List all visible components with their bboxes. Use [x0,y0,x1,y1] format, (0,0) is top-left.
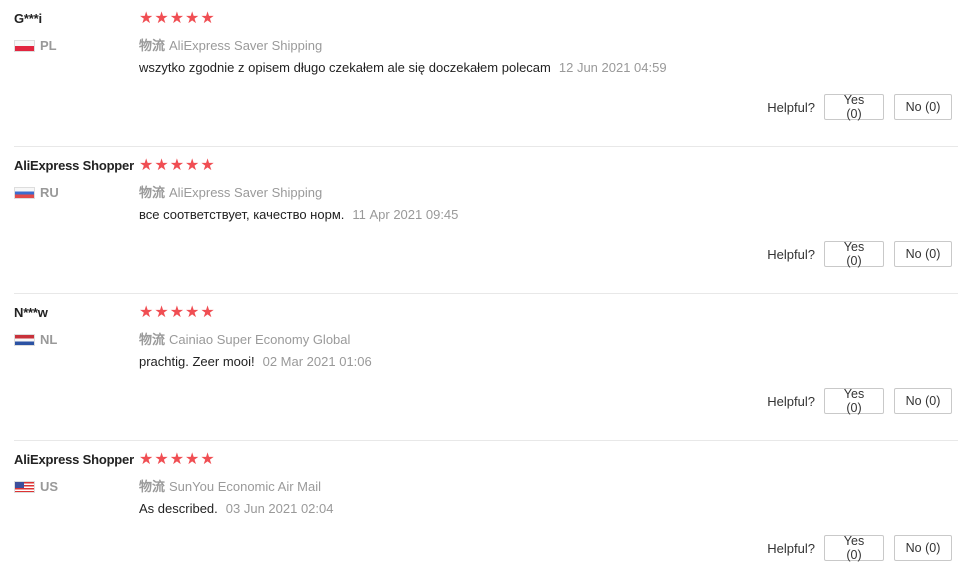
logistics-method: AliExpress Saver Shipping [169,38,323,53]
buyer-name: N***w [14,305,48,320]
helpful-label: Helpful? [767,393,815,409]
star-icon: ★ [200,451,215,468]
star-icon: ★ [169,157,185,174]
star-rating: ★ ★ ★ ★ ★ [139,157,215,175]
country-code: NL [40,332,58,347]
logistics-label: 物流 [139,185,166,200]
buyer-name: G***i [14,11,42,26]
poland-flag-icon [14,39,35,52]
helpful-vote: Helpful? Yes (0) No (0) [767,387,952,415]
helpful-yes-button[interactable]: Yes (0) [824,534,884,562]
helpful-vote: Helpful? Yes (0) No (0) [767,93,952,121]
star-icon: ★ [139,10,154,27]
helpful-vote: Helpful? Yes (0) No (0) [767,534,952,562]
review-content: все соответствует, качество норм. 11 Apr … [139,207,458,222]
helpful-yes-button[interactable]: Yes (0) [824,93,884,121]
buyer-country: PL [14,38,57,53]
star-icon: ★ [154,451,169,468]
logistics-label: 物流 [139,332,166,347]
review-content: As described. 03 Jun 2021 02:04 [139,501,333,516]
country-code: RU [40,185,59,200]
review-item: AliExpress Shopper US ★ ★ ★ ★ ★ 物流 SunYou… [0,441,969,575]
star-icon: ★ [139,451,154,468]
helpful-no-button[interactable]: No (0) [894,535,952,561]
helpful-no-button[interactable]: No (0) [894,388,952,414]
helpful-label: Helpful? [767,99,815,115]
helpful-no-button[interactable]: No (0) [894,241,952,267]
helpful-label: Helpful? [767,540,815,556]
review-date: 12 Jun 2021 04:59 [558,60,667,75]
star-icon: ★ [169,451,185,468]
star-icon: ★ [185,451,200,468]
star-rating: ★ ★ ★ ★ ★ [139,10,215,28]
star-icon: ★ [169,304,185,321]
star-icon: ★ [200,157,215,174]
logistics-label: 物流 [139,479,166,494]
buyer-name: AliExpress Shopper [14,158,134,173]
review-item: AliExpress Shopper RU ★ ★ ★ ★ ★ 物流 AliExp… [0,147,969,294]
review-item: N***w NL ★ ★ ★ ★ ★ 物流 Cainiao Super Econo… [0,294,969,441]
buyer-country: US [14,479,58,494]
logistics-label: 物流 [139,38,166,53]
review-text: все соответствует, качество норм. [139,207,345,222]
helpful-label: Helpful? [767,246,815,262]
logistics-info: 物流 SunYou Economic Air Mail [139,476,321,495]
star-icon: ★ [185,157,200,174]
helpful-vote: Helpful? Yes (0) No (0) [767,240,952,268]
helpful-yes-button[interactable]: Yes (0) [824,240,884,268]
star-icon: ★ [169,10,185,27]
star-icon: ★ [154,10,169,27]
buyer-country: NL [14,332,57,347]
logistics-info: 物流 Cainiao Super Economy Global [139,329,350,348]
review-date: 11 Apr 2021 09:45 [352,207,459,222]
star-icon: ★ [139,304,154,321]
star-icon: ★ [200,10,215,27]
star-rating: ★ ★ ★ ★ ★ [139,451,215,469]
review-content: wszytko zgodnie z opisem długo czekałem … [139,60,667,75]
star-icon: ★ [154,304,169,321]
netherlands-flag-icon [14,333,35,346]
star-icon: ★ [139,157,154,174]
review-date: 02 Mar 2021 01:06 [262,354,372,369]
helpful-yes-button[interactable]: Yes (0) [824,387,884,415]
review-date: 03 Jun 2021 02:04 [225,501,334,516]
star-rating: ★ ★ ★ ★ ★ [139,304,215,322]
review-text: wszytko zgodnie z opisem długo czekałem … [139,60,551,75]
helpful-no-button[interactable]: No (0) [894,94,952,120]
review-content: prachtig. Zeer mooi! 02 Mar 2021 01:06 [139,354,372,369]
logistics-method: SunYou Economic Air Mail [169,479,322,494]
review-item: G***i PL ★ ★ ★ ★ ★ 物流 AliExpress Saver Sh… [0,0,969,147]
logistics-method: Cainiao Super Economy Global [169,332,351,347]
russia-flag-icon [14,186,35,199]
star-icon: ★ [185,304,200,321]
review-text: prachtig. Zeer mooi! [139,354,255,369]
buyer-country: RU [14,185,59,200]
country-code: US [40,479,59,494]
logistics-method: AliExpress Saver Shipping [169,185,323,200]
logistics-info: 物流 AliExpress Saver Shipping [139,182,322,201]
star-icon: ★ [200,304,215,321]
usa-flag-icon [14,480,35,493]
buyer-name: AliExpress Shopper [14,452,134,467]
logistics-info: 物流 AliExpress Saver Shipping [139,35,322,54]
star-icon: ★ [185,10,200,27]
review-text: As described. [139,501,218,516]
country-code: PL [40,38,57,53]
star-icon: ★ [154,157,169,174]
